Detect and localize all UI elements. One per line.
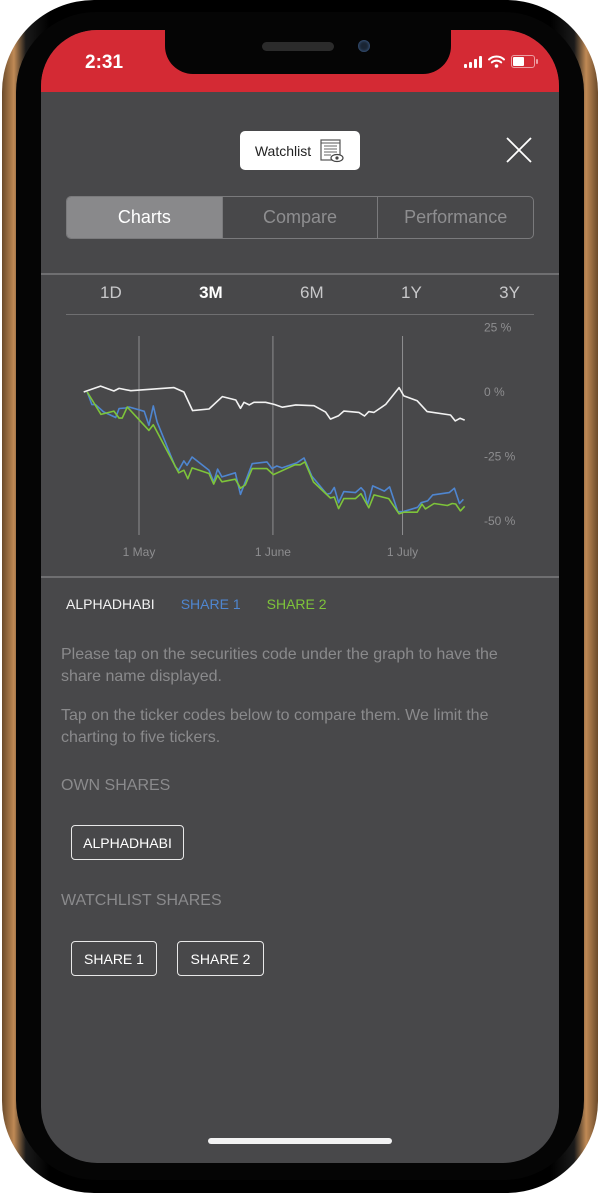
tab-performance[interactable]: Performance xyxy=(377,197,533,238)
status-icons xyxy=(464,55,538,68)
watchlist-button[interactable]: Watchlist xyxy=(240,131,360,170)
ticker-share-2[interactable]: SHARE 2 xyxy=(177,941,264,976)
battery-icon xyxy=(511,55,538,68)
series-line-alphadhabi xyxy=(83,385,465,422)
signal-icon xyxy=(464,55,482,68)
tab-charts[interactable]: Charts xyxy=(67,197,222,238)
range-1d[interactable]: 1D xyxy=(100,283,122,303)
ticker-alphadhabi[interactable]: ALPHADHABI xyxy=(71,825,184,860)
legend-share-2[interactable]: SHARE 2 xyxy=(267,596,327,612)
x-tick-label: 1 June xyxy=(255,545,291,559)
divider xyxy=(41,576,559,578)
home-indicator[interactable] xyxy=(208,1138,392,1144)
y-tick-label: -50 % xyxy=(484,514,516,528)
wifi-icon xyxy=(488,55,505,68)
status-time: 2:31 xyxy=(85,52,124,73)
performance-chart: 1 May 1 June 1 July 25 % 0 % -25 % -50 % xyxy=(83,321,516,559)
range-selector: 1D 3M 6M 1Y 3Y xyxy=(66,283,534,303)
screen: 2:31 Watchlist Charts Compare Performanc… xyxy=(41,30,559,1163)
y-tick-label: 0 % xyxy=(484,385,505,399)
legend-share-1[interactable]: SHARE 1 xyxy=(181,596,241,612)
view-tabs: Charts Compare Performance xyxy=(66,196,534,239)
series-line-share-2 xyxy=(86,391,466,515)
x-tick-label: 1 July xyxy=(387,545,418,559)
watchlist-label: Watchlist xyxy=(254,142,312,159)
info-text-2: Tap on the ticker codes below to compare… xyxy=(61,707,489,746)
notch xyxy=(165,30,451,74)
x-tick-label: 1 May xyxy=(123,545,156,559)
own-shares-heading: OWN SHARES xyxy=(61,777,171,794)
range-3y[interactable]: 3Y xyxy=(499,283,520,303)
chart-legend: ALPHADHABI SHARE 1 SHARE 2 xyxy=(66,596,327,612)
series-line-share-1 xyxy=(86,391,464,513)
range-1y[interactable]: 1Y xyxy=(401,283,422,303)
range-6m[interactable]: 6M xyxy=(300,283,324,303)
watchlist-shares-heading: WATCHLIST SHARES xyxy=(61,892,222,909)
y-tick-label: -25 % xyxy=(484,450,516,464)
range-3m[interactable]: 3M xyxy=(199,283,223,303)
y-tick-label: 25 % xyxy=(484,321,512,335)
legend-alphadhabi[interactable]: ALPHADHABI xyxy=(66,596,155,612)
watchlist-eye-icon xyxy=(320,138,344,162)
ticker-share-1[interactable]: SHARE 1 xyxy=(71,941,157,976)
camera xyxy=(358,40,370,52)
close-icon[interactable] xyxy=(504,135,534,165)
tab-compare[interactable]: Compare xyxy=(221,197,378,238)
divider xyxy=(41,273,559,275)
speaker xyxy=(262,42,334,51)
info-text-1: Please tap on the securities code under … xyxy=(61,646,498,685)
